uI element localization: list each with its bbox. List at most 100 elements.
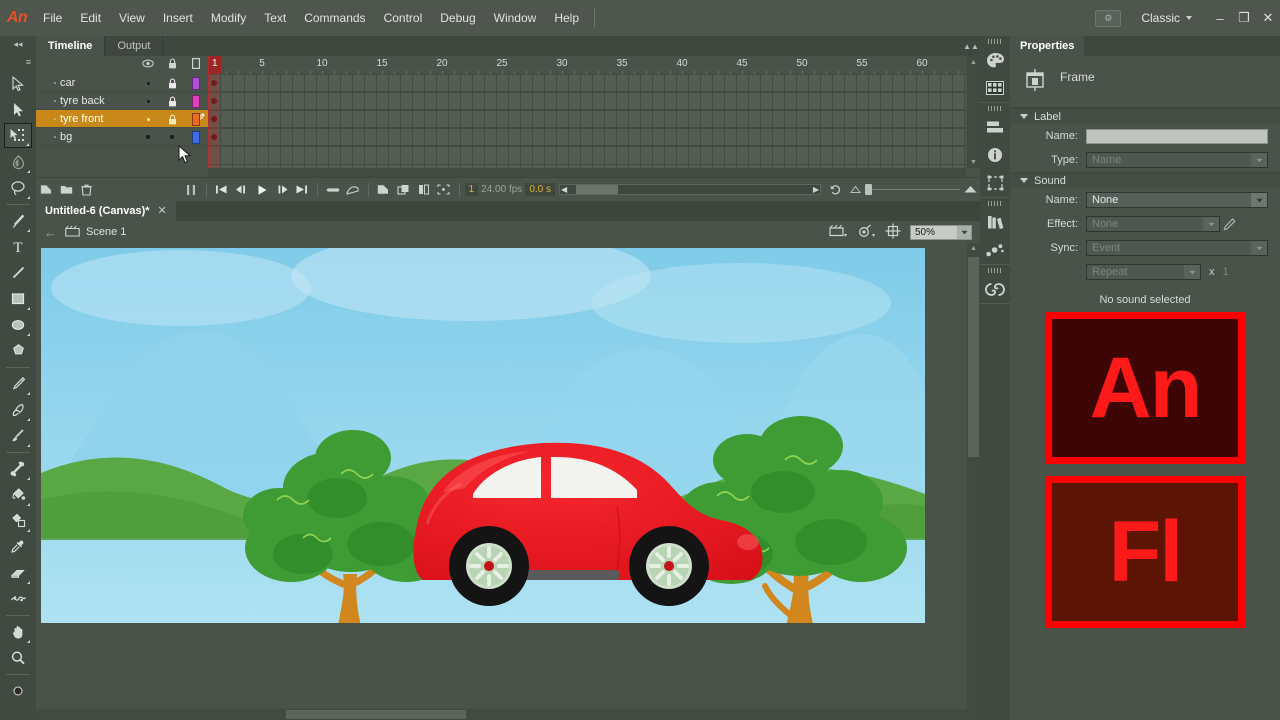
info-icon[interactable] <box>980 141 1010 169</box>
layer-lock-toggle[interactable] <box>160 96 184 107</box>
chevron-down-icon[interactable] <box>1251 193 1267 207</box>
timeline-scrubber[interactable]: ◀ ▶ <box>559 184 821 195</box>
step-forward-icon[interactable] <box>272 178 292 202</box>
menu-modify[interactable]: Modify <box>202 0 255 36</box>
stage-wrapper[interactable]: ▲ <box>36 243 980 720</box>
menu-file[interactable]: File <box>34 0 71 36</box>
document-tab[interactable]: Untitled-6 (Canvas)* ✕ <box>36 201 176 221</box>
frames-area[interactable]: 5101520253035404550556065707580859095 1 <box>208 56 966 168</box>
creative-cloud-icon[interactable] <box>980 275 1010 303</box>
toolbar-collapse-button[interactable]: ◂◂ <box>0 36 36 53</box>
go-to-end-icon[interactable] <box>292 178 312 202</box>
label-type-select[interactable]: Name <box>1086 152 1268 168</box>
scroll-down-arrow[interactable]: ▼ <box>967 156 980 168</box>
fit-in-window-icon[interactable] <box>885 223 901 242</box>
timeline-collapse-button[interactable]: ▲▲ <box>962 36 980 56</box>
oval-tool[interactable] <box>4 312 32 337</box>
trash-icon[interactable] <box>76 178 96 202</box>
chevron-down-icon[interactable] <box>1251 241 1267 255</box>
tab-timeline[interactable]: Timeline <box>36 36 105 56</box>
bone-tool[interactable] <box>4 456 32 481</box>
sound-name-select[interactable]: None <box>1086 192 1268 208</box>
breadcrumb[interactable]: Scene 1 <box>65 225 126 240</box>
scrubber-thumb[interactable] <box>576 185 618 194</box>
loop-icon[interactable] <box>181 178 201 202</box>
frame-row-tyre-back[interactable] <box>208 92 966 110</box>
chevron-down-icon[interactable] <box>1184 265 1200 279</box>
edit-scene-icon[interactable] <box>829 224 848 241</box>
slider-knob[interactable] <box>865 184 872 195</box>
stage-horizontal-scrollbar[interactable] <box>36 709 967 720</box>
workspace-switcher[interactable]: Classic <box>1133 11 1200 25</box>
menu-help[interactable]: Help <box>545 0 588 36</box>
text-tool[interactable]: T <box>4 234 32 259</box>
width-tool[interactable] <box>4 586 32 611</box>
library-icon[interactable] <box>980 208 1010 236</box>
timeline-ruler[interactable]: 5101520253035404550556065707580859095 <box>208 56 966 74</box>
selection-tool[interactable] <box>4 71 32 96</box>
sound-sync-select[interactable]: Event <box>1086 240 1268 256</box>
sound-repeat-select[interactable]: Repeat <box>1086 264 1201 280</box>
menu-window[interactable]: Window <box>485 0 546 36</box>
layer-visibility-toggle[interactable] <box>136 82 160 85</box>
brush-tool[interactable] <box>4 397 32 422</box>
onion-skin-outlines-icon[interactable] <box>343 178 363 202</box>
new-folder-icon[interactable] <box>56 178 76 202</box>
rail-grip[interactable] <box>980 36 1010 46</box>
layer-row-tyre-back[interactable]: tyre back <box>36 92 208 110</box>
onion-skin-icon[interactable] <box>323 178 343 202</box>
menu-edit[interactable]: Edit <box>71 0 110 36</box>
pencil-edit-icon[interactable] <box>1220 218 1238 231</box>
ink-bottle-tool[interactable] <box>4 508 32 533</box>
tab-properties[interactable]: Properties <box>1010 36 1084 56</box>
timeline-zoom-slider[interactable] <box>865 184 960 195</box>
paint-brush-tool[interactable] <box>4 423 32 448</box>
eraser-tool[interactable] <box>4 560 32 585</box>
gradient-transform-tool[interactable] <box>4 149 32 174</box>
menu-control[interactable]: Control <box>375 0 432 36</box>
layer-row-bg[interactable]: bg <box>36 128 208 146</box>
color-palette-icon[interactable] <box>980 46 1010 74</box>
edit-multiple-frames-icon[interactable] <box>374 178 394 202</box>
chevron-down-icon[interactable] <box>1203 217 1219 231</box>
rectangle-tool[interactable] <box>4 286 32 311</box>
free-transform-tool[interactable] <box>4 123 32 148</box>
menu-commands[interactable]: Commands <box>295 0 374 36</box>
eyedropper-tool[interactable] <box>4 534 32 559</box>
play-icon[interactable] <box>252 178 272 202</box>
zoom-tool[interactable] <box>4 645 32 670</box>
close-button[interactable]: ✕ <box>1256 0 1280 36</box>
minimize-button[interactable]: – <box>1208 0 1232 36</box>
current-frame-indicator[interactable]: 1 <box>465 183 479 196</box>
scroll-up-arrow[interactable]: ▲ <box>967 56 980 68</box>
stage-vscroll-thumb[interactable] <box>968 257 979 457</box>
go-to-start-icon[interactable] <box>212 178 232 202</box>
center-frame-icon[interactable] <box>414 178 434 202</box>
edit-symbol-icon[interactable] <box>857 224 876 241</box>
lock-icon[interactable] <box>160 58 184 72</box>
layer-color-chip[interactable] <box>184 95 208 108</box>
sound-section-header[interactable]: Sound <box>1010 172 1280 188</box>
stage-vertical-scrollbar[interactable]: ▲ <box>967 243 980 720</box>
label-name-input[interactable] <box>1086 129 1268 144</box>
paint-bucket-tool[interactable] <box>4 482 32 507</box>
menu-view[interactable]: View <box>110 0 154 36</box>
transform-icon[interactable] <box>980 169 1010 197</box>
menu-insert[interactable]: Insert <box>154 0 202 36</box>
label-section-header[interactable]: Label <box>1010 108 1280 124</box>
frame-row-tyre-front[interactable] <box>208 110 966 128</box>
stage-canvas[interactable] <box>41 248 925 623</box>
repeat-count-value[interactable]: 1 <box>1223 266 1229 278</box>
layer-lock-toggle[interactable] <box>160 135 184 139</box>
timeline-horizontal-scrollbar[interactable] <box>208 168 966 177</box>
sync-settings-icon[interactable]: ⚙ <box>1095 10 1121 27</box>
hand-tool[interactable] <box>4 619 32 644</box>
menu-debug[interactable]: Debug <box>431 0 484 36</box>
scroll-up-arrow[interactable]: ▲ <box>967 243 980 255</box>
rail-grip[interactable] <box>980 265 1010 275</box>
playhead[interactable]: 1 <box>208 56 220 168</box>
frame-row-car[interactable] <box>208 74 966 92</box>
chevron-down-icon[interactable] <box>957 226 971 239</box>
layer-row-car[interactable]: car <box>36 74 208 92</box>
resize-timeline-icon[interactable] <box>434 178 454 202</box>
